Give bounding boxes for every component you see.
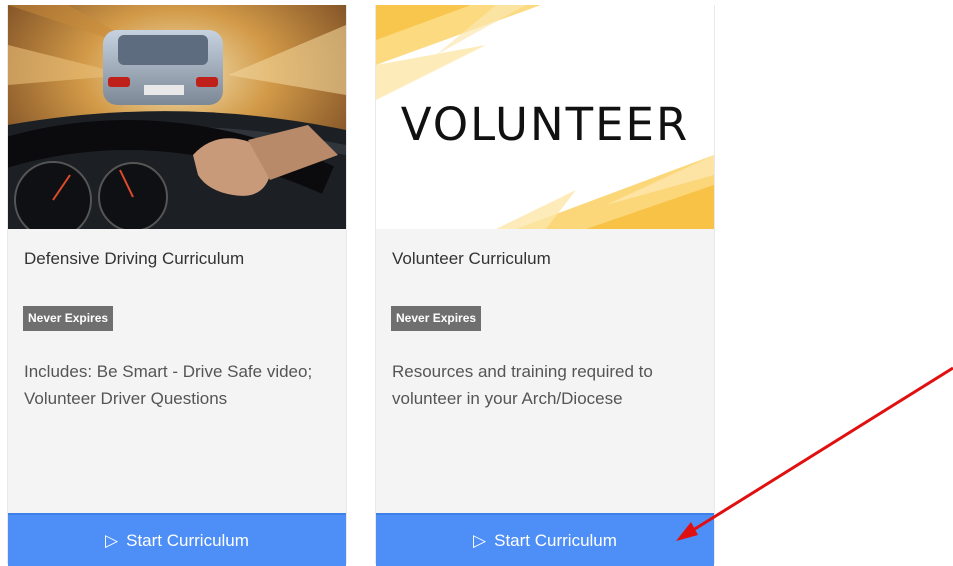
card-image-driving[interactable] [8,5,346,229]
start-curriculum-button[interactable]: ▷ Start Curriculum [8,513,346,566]
play-icon: ▷ [105,531,119,550]
status-badge: Never Expires [23,306,114,331]
start-curriculum-label: Start Curriculum [126,530,249,550]
start-curriculum-label: Start Curriculum [494,530,617,550]
start-curriculum-button[interactable]: ▷ Start Curriculum [376,513,714,566]
play-icon: ▷ [473,531,487,550]
card-description: Resources and training required to volun… [392,362,653,408]
card-title[interactable]: Volunteer Curriculum [392,249,551,269]
curriculum-card-defensive-driving[interactable]: Defensive Driving Curriculum Never Expir… [7,5,347,566]
volunteer-banner-text: VOLUNTEER [401,98,689,151]
card-image-volunteer[interactable]: VOLUNTEER [376,5,714,229]
curriculum-card-volunteer[interactable]: VOLUNTEER Volunteer Curriculum Never Exp… [375,5,715,566]
card-title[interactable]: Defensive Driving Curriculum [24,249,244,269]
card-description: Includes: Be Smart - Drive Safe video; V… [24,362,313,408]
status-badge: Never Expires [391,306,482,331]
